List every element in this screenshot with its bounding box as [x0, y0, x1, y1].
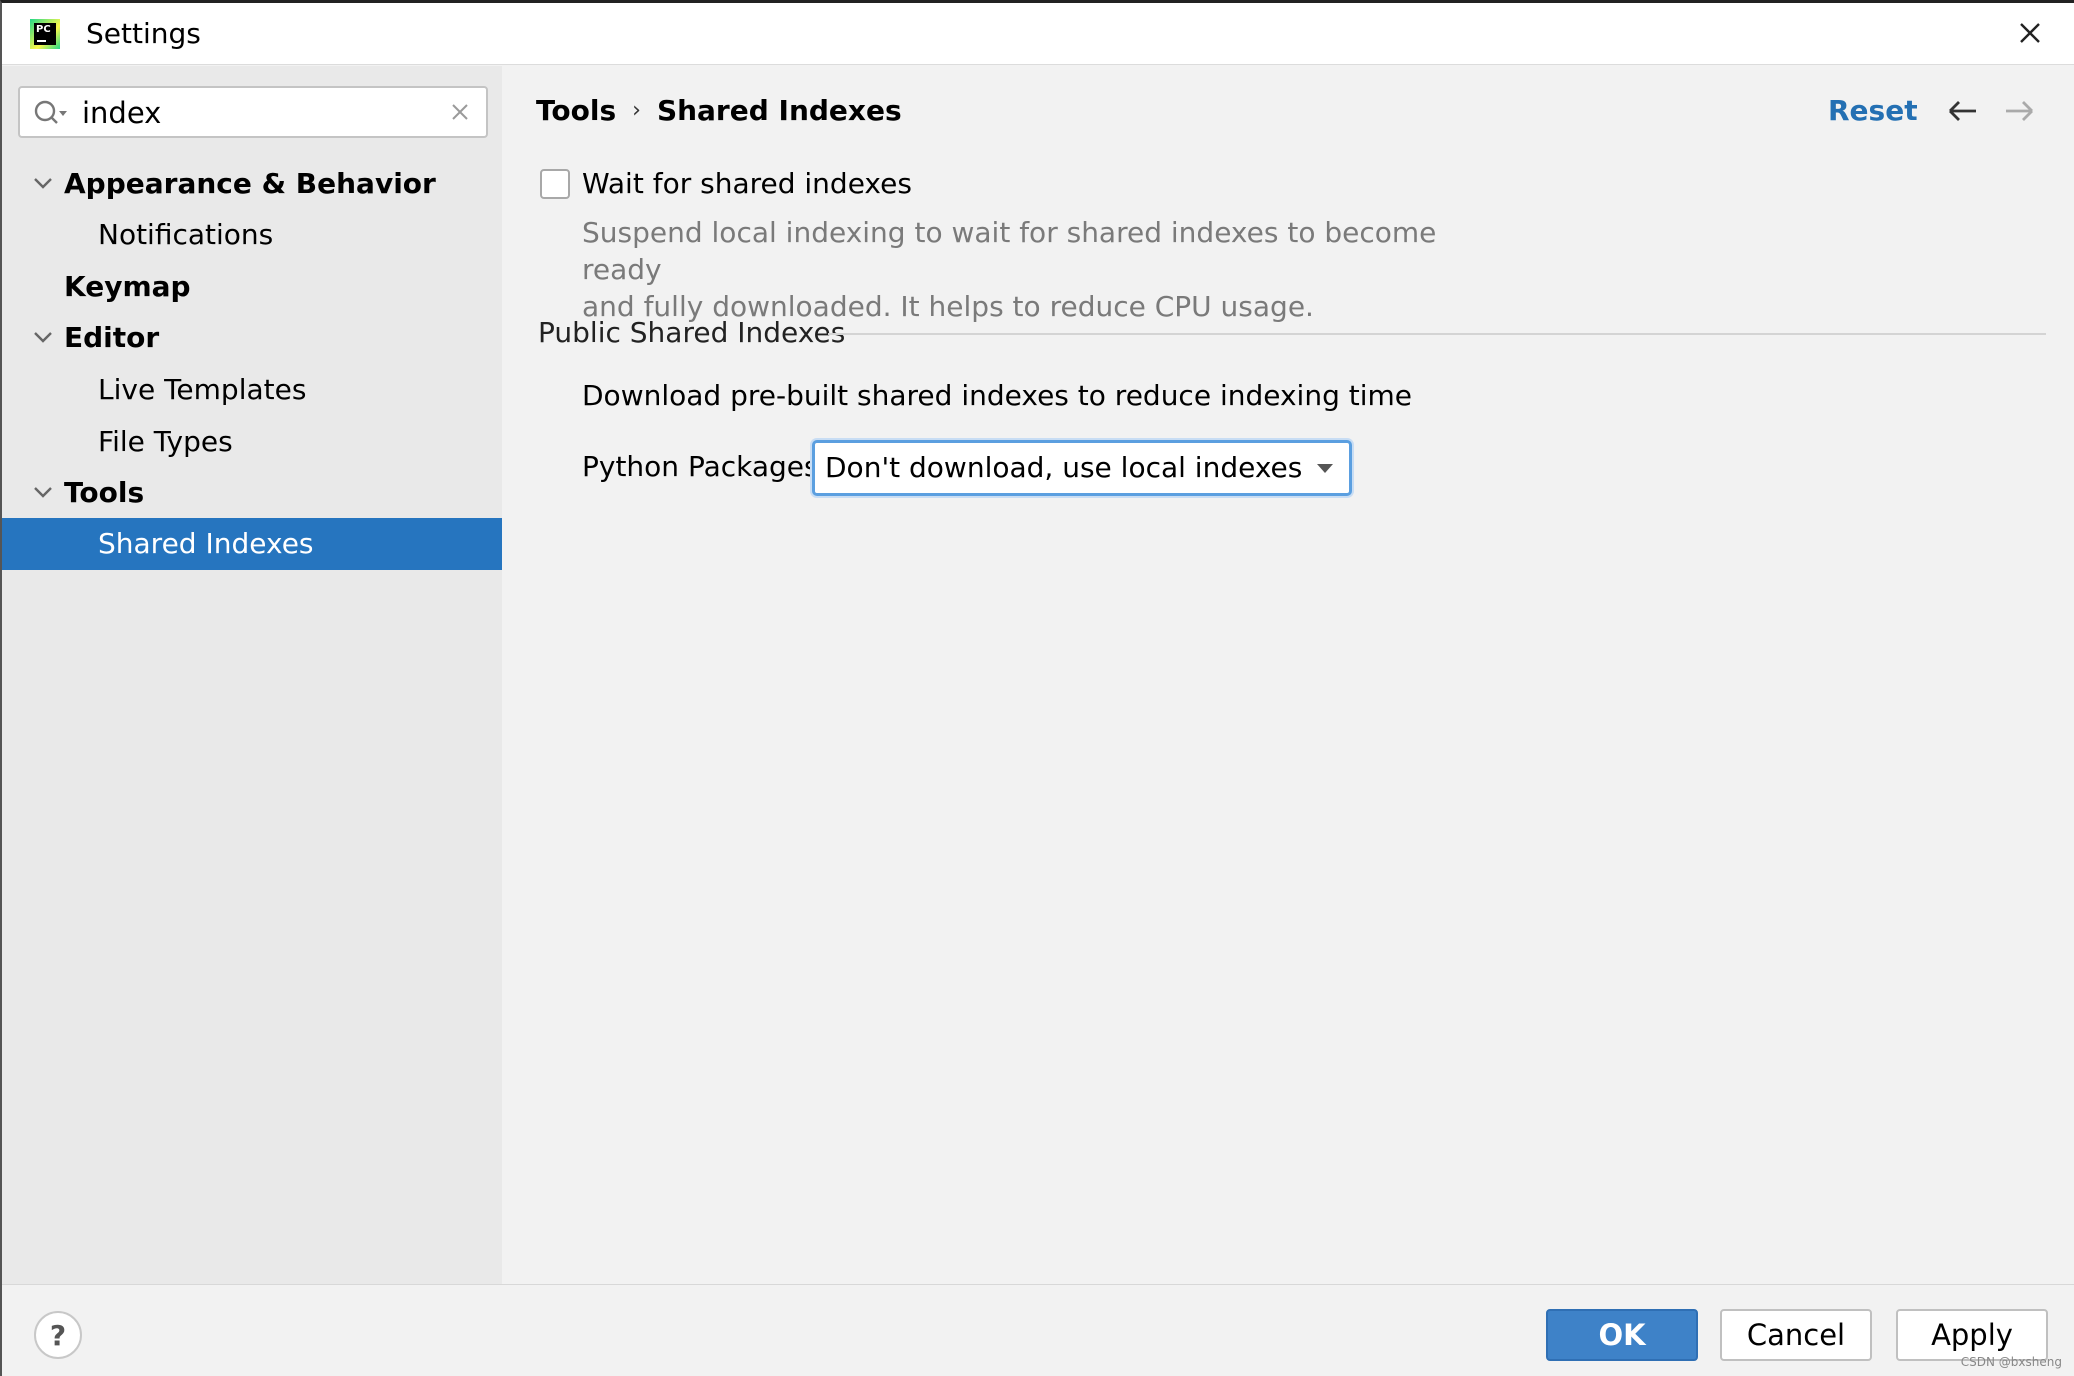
tree-item-editor[interactable]: Editor: [2, 312, 502, 364]
arrow-left-icon[interactable]: [1946, 96, 1980, 126]
search-input[interactable]: index: [18, 86, 488, 138]
tree-item-label: Live Templates: [98, 373, 307, 406]
tree-item-label: Appearance & Behavior: [64, 167, 436, 200]
chevron-down-icon[interactable]: [32, 481, 54, 503]
ok-button[interactable]: OK: [1546, 1309, 1698, 1361]
search-icon: [34, 100, 67, 124]
settings-content: Tools › Shared Indexes Reset Wait for sh…: [502, 66, 2074, 1284]
reset-link[interactable]: Reset: [1828, 94, 1918, 127]
wait-for-shared-indexes-label[interactable]: Wait for shared indexes: [582, 167, 912, 200]
chevron-down-icon[interactable]: [32, 326, 54, 348]
settings-sidebar: index Appearance & Behavior Notification…: [2, 66, 502, 1284]
tree-item-label: Shared Indexes: [98, 527, 314, 560]
tree-item-notifications[interactable]: Notifications: [2, 209, 502, 261]
tree-item-label: Editor: [64, 321, 160, 354]
breadcrumb-parent[interactable]: Tools: [536, 94, 616, 127]
python-packages-label: Python Packages:: [582, 450, 829, 483]
tree-item-file-types[interactable]: File Types: [2, 416, 502, 468]
tree-item-label: File Types: [98, 425, 233, 458]
tree-item-label: Notifications: [98, 218, 274, 251]
tree-item-appearance-behavior[interactable]: Appearance & Behavior: [2, 158, 502, 210]
breadcrumb: Tools › Shared Indexes: [536, 94, 902, 127]
tree-item-label: Keymap: [64, 270, 191, 303]
title-bar: PC Settings: [2, 3, 2074, 65]
python-packages-select[interactable]: Don't download, use local indexes: [812, 440, 1352, 496]
help-line: Suspend local indexing to wait for share…: [582, 216, 1437, 286]
tree-item-live-templates[interactable]: Live Templates: [2, 364, 502, 416]
arrow-right-icon[interactable]: [2002, 96, 2036, 126]
close-icon[interactable]: [2014, 17, 2046, 49]
help-button[interactable]: ?: [34, 1311, 82, 1359]
tree-item-tools[interactable]: Tools: [2, 467, 502, 519]
section-description: Download pre-built shared indexes to red…: [582, 379, 1413, 412]
wait-help-text: Suspend local indexing to wait for share…: [582, 214, 1482, 325]
dialog-footer: ? OK Cancel Apply CSDN @bxsheng: [2, 1284, 2074, 1376]
breadcrumb-current: Shared Indexes: [656, 94, 902, 127]
pycharm-logo-icon: PC: [30, 19, 60, 49]
dropdown-arrow-icon: [1317, 464, 1333, 473]
wait-for-shared-indexes-checkbox[interactable]: [540, 169, 570, 199]
settings-window: PC Settings index Appearance & Behavior: [0, 0, 2074, 1376]
section-divider: [828, 333, 2046, 335]
section-title: Public Shared Indexes: [538, 316, 846, 349]
cancel-button[interactable]: Cancel: [1720, 1309, 1872, 1361]
search-value: index: [82, 96, 162, 130]
watermark: CSDN @bxsheng: [1960, 1355, 2062, 1369]
apply-button[interactable]: Apply: [1896, 1309, 2048, 1361]
breadcrumb-separator: ›: [632, 98, 641, 123]
clear-search-icon[interactable]: [448, 100, 472, 124]
select-value: Don't download, use local indexes: [825, 451, 1303, 484]
tree-item-shared-indexes[interactable]: Shared Indexes: [2, 518, 502, 570]
tree-item-label: Tools: [64, 476, 145, 509]
chevron-down-icon[interactable]: [32, 172, 54, 194]
tree-item-keymap[interactable]: Keymap: [2, 261, 502, 313]
window-title: Settings: [86, 17, 201, 50]
